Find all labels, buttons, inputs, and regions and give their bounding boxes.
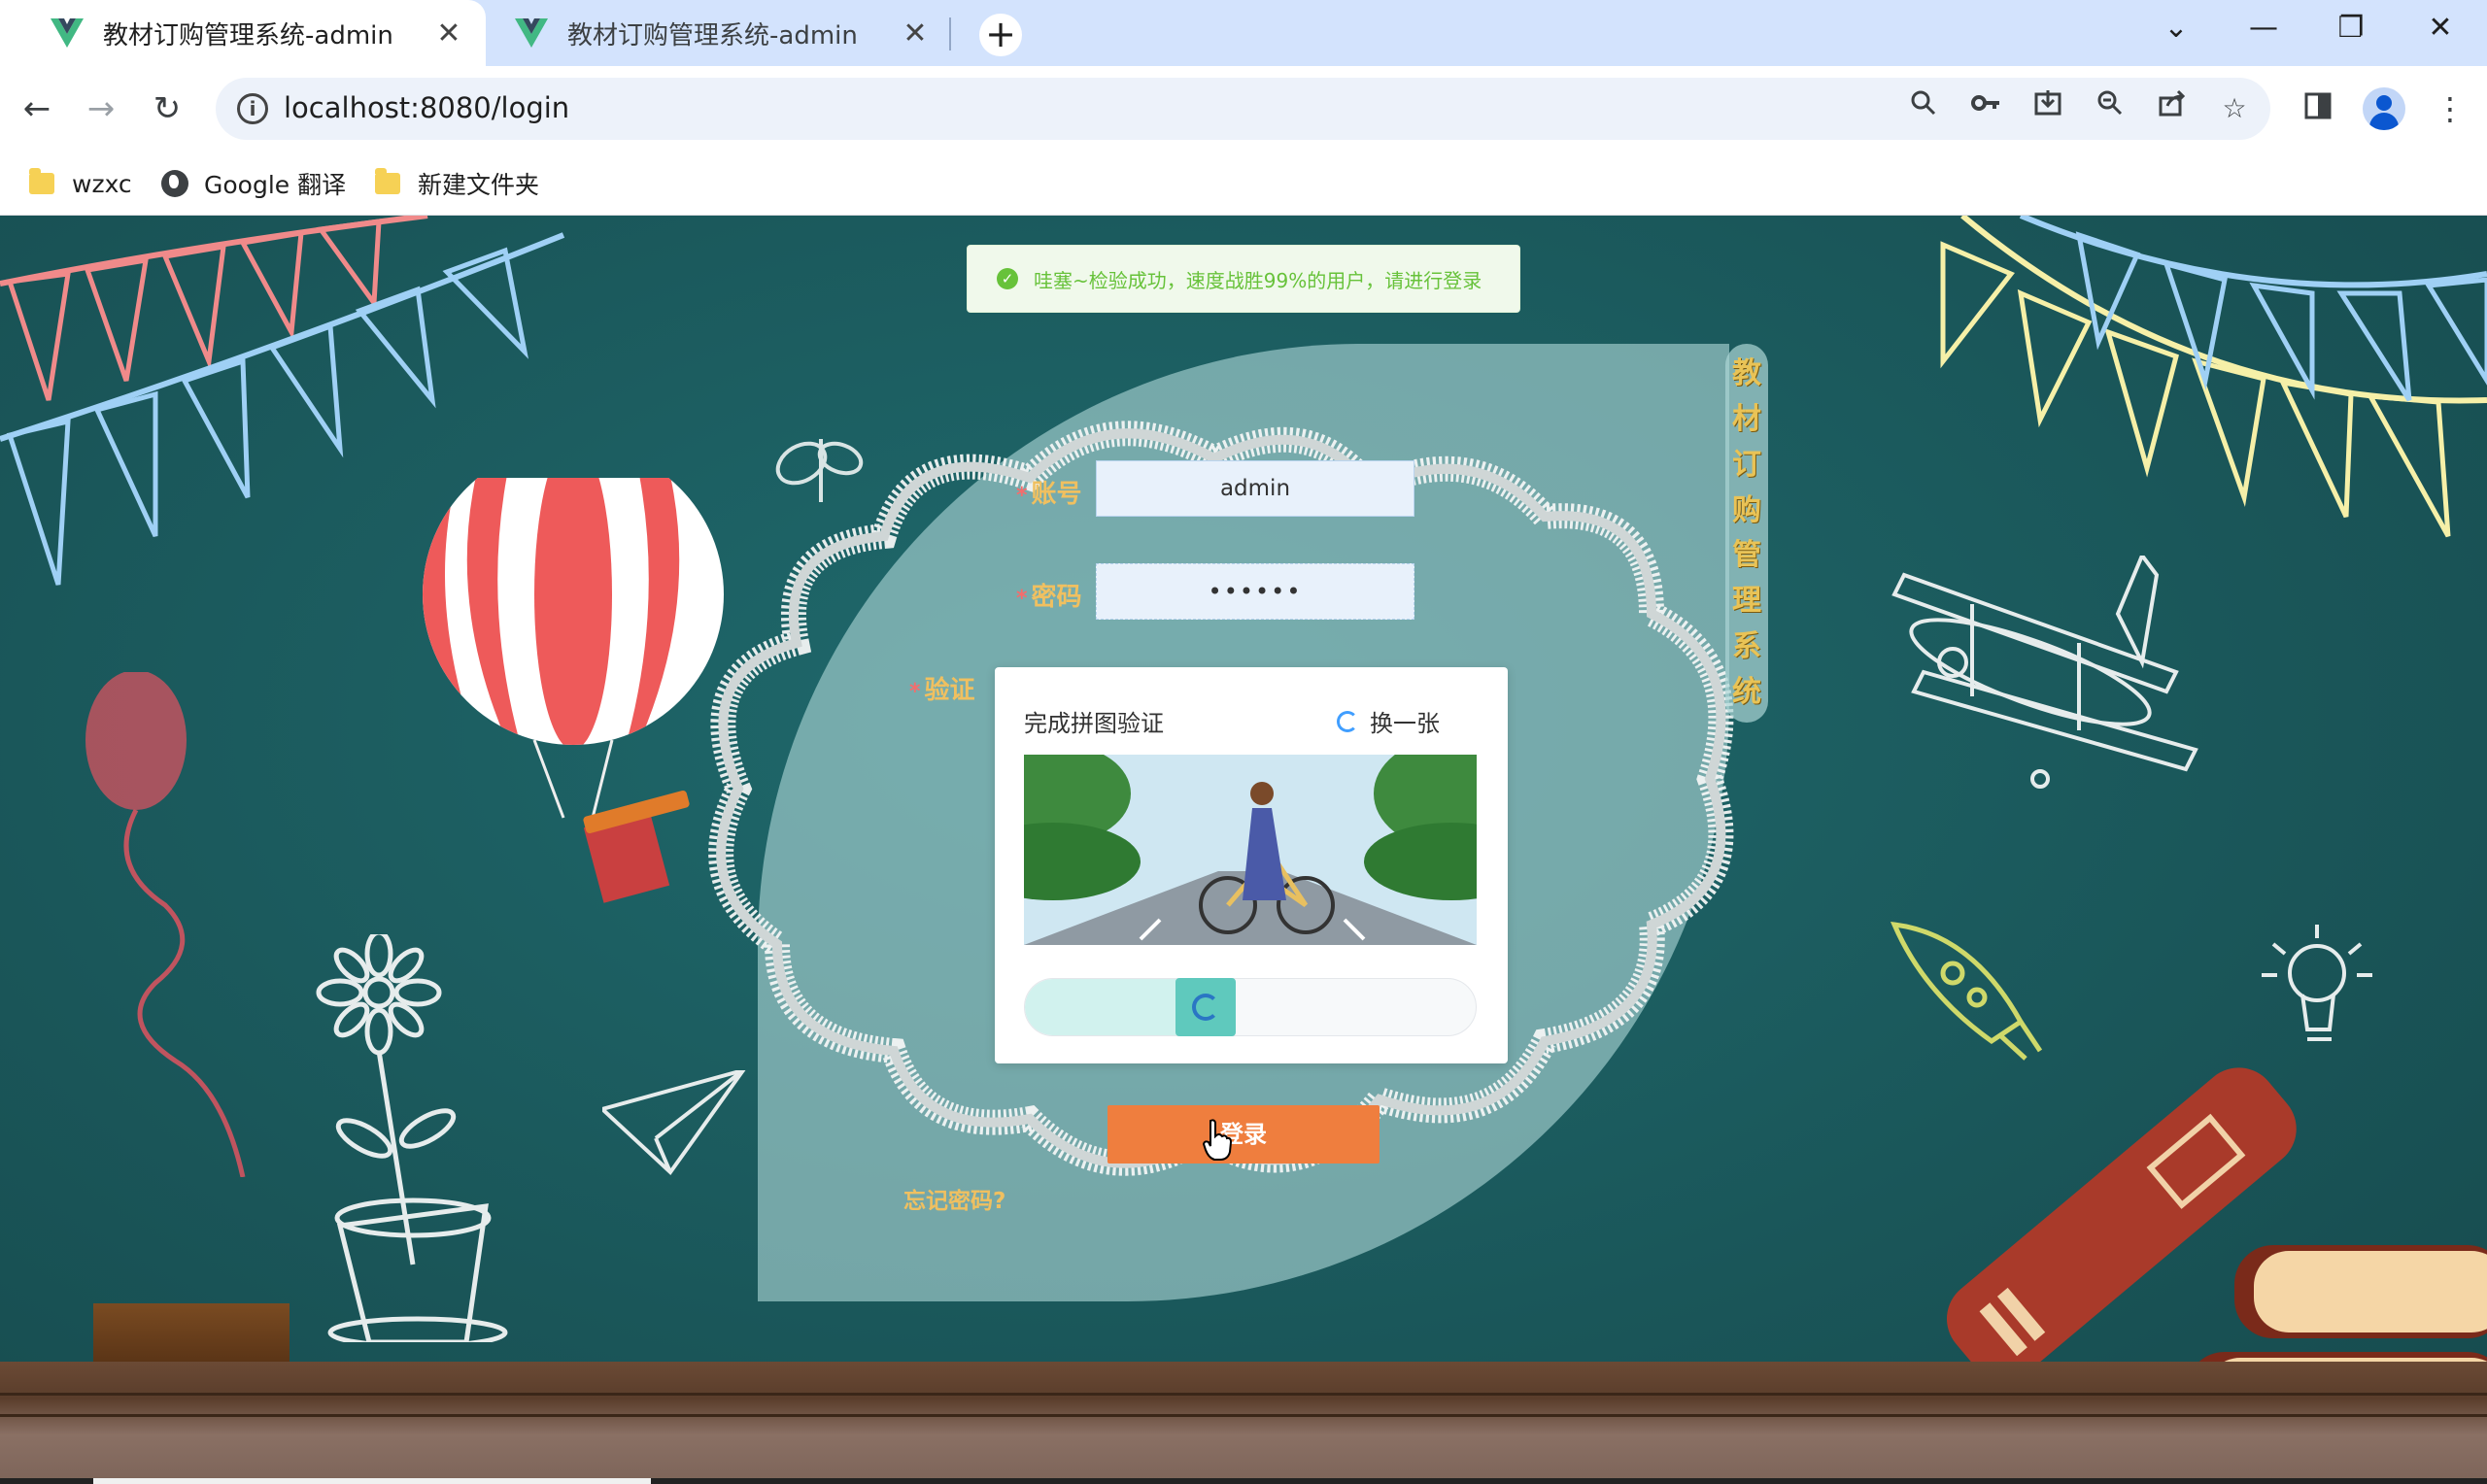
captcha-refresh-button[interactable]: 换一张 bbox=[1337, 704, 1440, 738]
title-char: 材 bbox=[1732, 402, 1761, 437]
password-label: * 密码 bbox=[1016, 583, 1082, 612]
close-tab-icon[interactable]: ✕ bbox=[896, 17, 935, 51]
slider-handle[interactable] bbox=[1175, 978, 1236, 1036]
restore-button[interactable]: ❐ bbox=[2312, 0, 2390, 58]
title-char: 订 bbox=[1732, 447, 1761, 482]
browser-toolbar: ← → ↻ i localhost:8080/login ☆ ⋮ bbox=[0, 66, 2487, 152]
forward-arrow-icon[interactable]: → bbox=[76, 84, 126, 134]
hot-air-balloon-decoration bbox=[423, 478, 724, 903]
side-panel-icon[interactable] bbox=[2293, 84, 2343, 134]
toast-message: 哇塞~检验成功，速度战胜99%的用户，请进行登录 bbox=[1034, 268, 1482, 292]
password-input[interactable]: •••••• bbox=[1096, 563, 1414, 620]
new-tab-button[interactable]: + bbox=[979, 14, 1022, 56]
title-char: 系 bbox=[1732, 628, 1761, 663]
flower-pot-decoration bbox=[316, 934, 508, 1342]
key-icon[interactable] bbox=[1964, 87, 2007, 130]
browser-tab-bar: 教材订购管理系统-admin ✕ 教材订购管理系统-admin ✕ + ⌄ — … bbox=[0, 0, 2487, 66]
folder-icon bbox=[29, 168, 54, 194]
browser-tab-active[interactable]: 教材订购管理系统-admin ✕ bbox=[0, 0, 486, 66]
share-icon[interactable] bbox=[2151, 87, 2194, 130]
folder-icon bbox=[375, 168, 400, 194]
reload-icon[interactable]: ↻ bbox=[142, 84, 192, 134]
address-bar[interactable]: i localhost:8080/login ☆ bbox=[216, 78, 2270, 140]
hand-pointer-cursor-icon bbox=[1203, 1119, 1232, 1161]
bookmarks-bar: wzxc Google 翻译 新建文件夹 bbox=[0, 152, 2487, 216]
refresh-icon bbox=[1192, 994, 1219, 1021]
bookmark-google-translate[interactable]: Google 翻译 bbox=[161, 163, 346, 204]
bookmark-label: wzxc bbox=[72, 169, 132, 198]
browser-tab[interactable]: 教材订购管理系统-admin ✕ bbox=[495, 0, 952, 66]
title-char: 理 bbox=[1732, 584, 1761, 619]
tab-title: 教材订购管理系统-admin bbox=[103, 20, 393, 51]
captcha-refresh-label: 换一张 bbox=[1370, 710, 1440, 737]
pennant-bunting-right-decoration bbox=[1940, 216, 2487, 538]
bookmark-wzxc[interactable]: wzxc bbox=[29, 163, 132, 204]
vue-logo-icon bbox=[515, 18, 548, 48]
globe-icon bbox=[161, 170, 188, 197]
check-circle-icon: ✓ bbox=[997, 268, 1018, 289]
title-char: 教 bbox=[1732, 356, 1761, 391]
zoom-out-icon[interactable] bbox=[2089, 87, 2131, 130]
captcha-title: 完成拼图验证 bbox=[1024, 710, 1164, 737]
minimize-button[interactable]: — bbox=[2225, 0, 2302, 58]
menu-kebab-icon[interactable]: ⋮ bbox=[2425, 84, 2475, 134]
captcha-puzzle-image bbox=[1024, 755, 1477, 945]
forgot-password-link[interactable]: 忘记密码? bbox=[903, 1182, 1005, 1215]
scrollbar-thumb[interactable] bbox=[93, 1478, 651, 1484]
bookmark-label: Google 翻译 bbox=[204, 171, 347, 199]
tab-separator bbox=[949, 17, 951, 51]
slider-fill bbox=[1025, 979, 1178, 1035]
verify-label: * 验证 bbox=[909, 676, 975, 705]
title-char: 统 bbox=[1732, 674, 1761, 709]
profile-avatar-icon[interactable] bbox=[2363, 87, 2405, 130]
close-window-button[interactable]: ✕ bbox=[2402, 0, 2479, 58]
title-char: 管 bbox=[1732, 538, 1761, 573]
login-page: 教 材 订 购 管 理 系 统 ✓ 哇塞~检验成功，速度战胜99%的用户，请进行… bbox=[0, 216, 2487, 1484]
title-char: 购 bbox=[1732, 492, 1761, 527]
close-tab-icon[interactable]: ✕ bbox=[429, 17, 468, 51]
bookmark-star-icon[interactable]: ☆ bbox=[2213, 87, 2256, 130]
site-info-icon[interactable]: i bbox=[237, 93, 268, 124]
puzzle-captcha-panel: 完成拼图验证 换一张 bbox=[995, 667, 1508, 1063]
account-label: * 账号 bbox=[1016, 480, 1082, 509]
system-title-vertical: 教 材 订 购 管 理 系 统 bbox=[1725, 344, 1768, 723]
back-arrow-icon[interactable]: ← bbox=[12, 84, 62, 134]
bookmark-new-folder[interactable]: 新建文件夹 bbox=[375, 163, 539, 204]
pink-balloon-decoration bbox=[85, 672, 246, 1177]
tab-title: 教材订购管理系统-admin bbox=[567, 20, 858, 51]
success-toast: ✓ 哇塞~检验成功，速度战胜99%的用户，请进行登录 bbox=[967, 245, 1520, 313]
search-icon[interactable] bbox=[1902, 87, 1945, 130]
install-app-icon[interactable] bbox=[2027, 87, 2069, 130]
refresh-icon bbox=[1337, 710, 1358, 732]
vue-logo-icon bbox=[51, 18, 84, 48]
slider-track[interactable] bbox=[1024, 978, 1477, 1036]
airplane-decoration bbox=[1891, 556, 2198, 789]
wooden-block-decoration bbox=[93, 1303, 290, 1364]
tab-search-dropdown-icon[interactable]: ⌄ bbox=[2137, 0, 2215, 58]
bookmark-label: 新建文件夹 bbox=[418, 171, 540, 199]
wooden-shelf-decoration bbox=[0, 1362, 2487, 1484]
login-button[interactable]: 登录 bbox=[1107, 1105, 1380, 1164]
light-bulb-decoration bbox=[2262, 925, 2372, 1041]
account-input[interactable]: admin bbox=[1096, 460, 1414, 517]
url-text[interactable]: localhost:8080/login bbox=[284, 91, 569, 124]
rocket-decoration bbox=[1890, 921, 2043, 1061]
